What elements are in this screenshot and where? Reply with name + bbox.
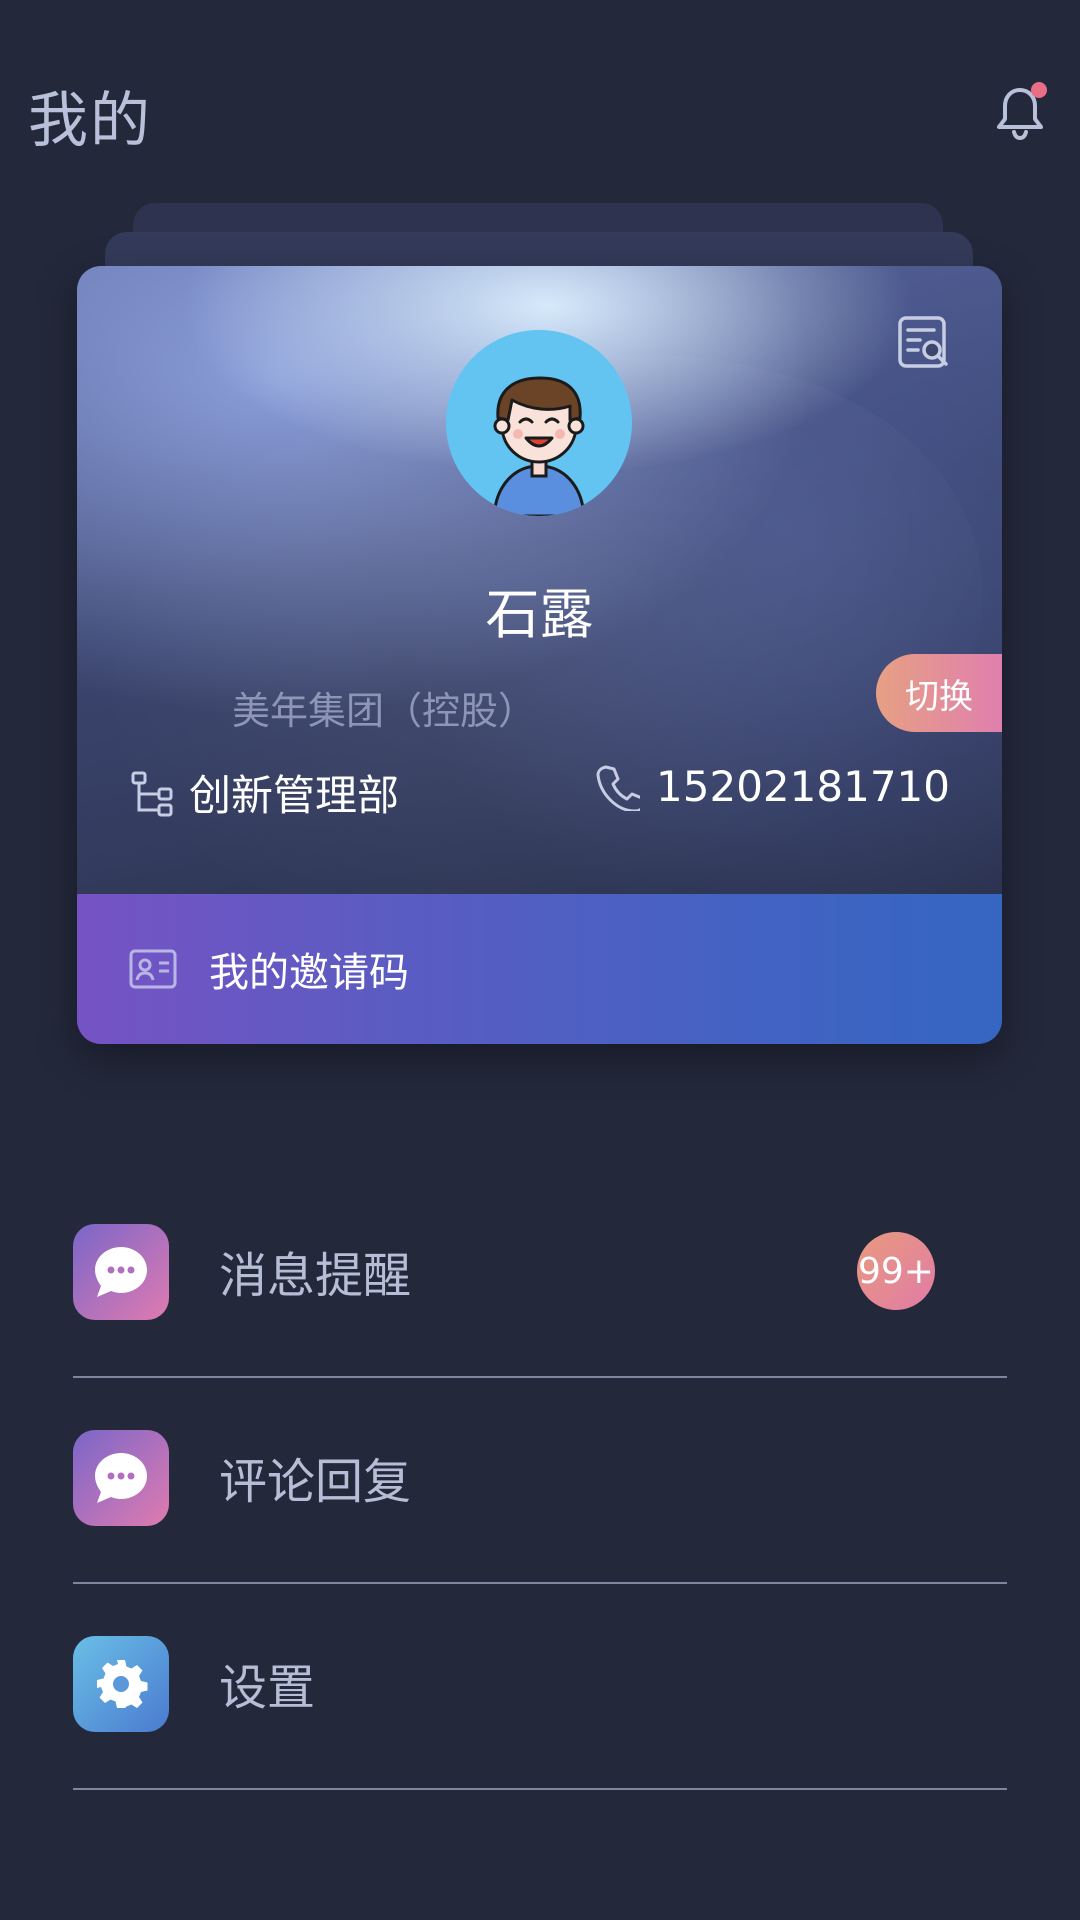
department-name: 创新管理部 — [189, 771, 400, 820]
menu-label-comment-replies: 评论回复 — [219, 1454, 412, 1510]
menu-label-settings: 设置 — [219, 1660, 316, 1716]
user-name: 石露 — [485, 583, 594, 646]
gear-icon — [73, 1636, 169, 1732]
invite-code-label: 我的邀请码 — [209, 950, 409, 996]
unread-count-badge: 99+ — [857, 1232, 935, 1310]
notification-dot — [1031, 82, 1047, 98]
menu-label-notifications: 消息提醒 — [219, 1248, 412, 1304]
profile-card: 石露 美年集团（控股） 切换 创新管理部 15202181710 我的邀请码 — [77, 266, 1002, 1044]
page-title: 我的 — [28, 86, 152, 156]
id-card-icon — [129, 949, 177, 989]
document-search-icon[interactable] — [896, 314, 954, 372]
phone-number: 15202181710 — [656, 762, 950, 811]
phone-icon — [596, 765, 641, 811]
phone-row[interactable]: 15202181710 — [596, 762, 950, 811]
org-chart-icon — [131, 771, 173, 816]
switch-button[interactable]: 切换 — [876, 654, 1002, 732]
chat-bubble-icon — [73, 1224, 169, 1320]
company-name: 美年集团（控股） — [232, 689, 537, 733]
menu-item-comment-replies[interactable]: 评论回复 — [73, 1378, 1007, 1584]
avatar-illustration — [446, 330, 632, 516]
menu-item-notifications[interactable]: 消息提醒 99+ — [73, 1172, 1007, 1378]
avatar[interactable] — [446, 330, 632, 516]
department-row: 创新管理部 — [129, 762, 399, 823]
menu-list: 消息提醒 99+ 评论回复 设置 — [73, 1172, 1007, 1790]
chat-bubble-icon — [73, 1430, 169, 1526]
invite-code-button[interactable]: 我的邀请码 — [77, 894, 1002, 1044]
menu-item-settings[interactable]: 设置 — [73, 1584, 1007, 1790]
